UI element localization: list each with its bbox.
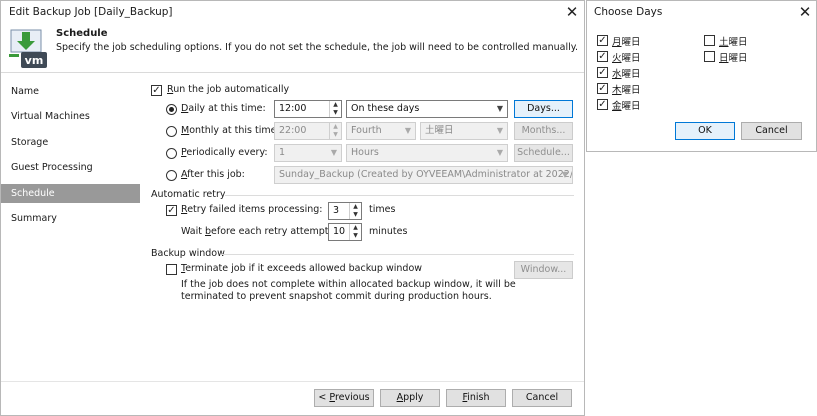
backup-window-group-label: Backup window — [151, 248, 225, 259]
day-checkbox-tue[interactable]: ✓ — [597, 51, 608, 62]
day-label-tue: 火曜日 — [612, 53, 641, 64]
sidebar-item-label: Schedule — [11, 188, 55, 199]
cancel-button[interactable]: Cancel — [512, 389, 572, 407]
day-label-mon: 月曜日 — [612, 37, 641, 48]
daily-time-spinner[interactable]: ▲ ▼ — [329, 101, 341, 117]
schedule-settings-panel: ✓ Run the job automatically Daily at thi… — [141, 73, 584, 381]
daily-mode-dropdown[interactable]: On these days ▼ — [346, 100, 508, 118]
window-button[interactable]: Window... — [514, 261, 573, 279]
sidebar-item-label: Virtual Machines — [11, 111, 90, 122]
page-title: Schedule — [56, 28, 108, 39]
days-button[interactable]: Days... — [514, 100, 573, 118]
retry-unit-label: times — [369, 204, 396, 215]
monthly-time-input[interactable]: 22:00 ▲ ▼ — [274, 122, 342, 140]
after-job-label: After this job: — [181, 169, 245, 180]
retry-wait-unit-label: minutes — [369, 226, 408, 237]
sidebar-item-summary[interactable]: Summary — [1, 209, 140, 228]
day-label-wed: 水曜日 — [612, 69, 641, 80]
previous-button[interactable]: < Previous — [314, 389, 374, 407]
retry-checkbox[interactable]: ✓ — [166, 205, 177, 216]
schedule-button[interactable]: Schedule... — [514, 144, 573, 162]
retry-wait-input[interactable]: 10 ▲ ▼ — [328, 223, 362, 241]
day-checkbox-wed[interactable]: ✓ — [597, 67, 608, 78]
day-checkbox-thu[interactable]: ✓ — [597, 83, 608, 94]
terminate-job-label: Terminate job if it exceeds allowed back… — [181, 263, 423, 274]
terminate-job-checkbox[interactable] — [166, 264, 177, 275]
retry-count-input[interactable]: 3 ▲ ▼ — [328, 202, 362, 220]
sidebar-item-guest-processing[interactable]: Guest Processing — [1, 158, 140, 177]
chevron-down-icon: ▼ — [330, 148, 337, 157]
sidebar-item-schedule[interactable]: Schedule — [1, 184, 140, 203]
day-label-thu: 木曜日 — [612, 85, 641, 96]
daily-label: Daily at this time: — [181, 103, 266, 114]
window-title: Edit Backup Job [Daily_Backup] — [9, 6, 173, 18]
period-unit-dropdown[interactable]: Hours ▼ — [346, 144, 508, 162]
group-divider — [221, 254, 574, 255]
day-label-sun: 日曜日 — [719, 53, 748, 64]
retry-wait-label: Wait before each retry attempt for: — [181, 226, 348, 237]
monthly-week-dropdown[interactable]: Fourth ▼ — [346, 122, 416, 140]
footer-divider — [1, 381, 584, 382]
periodically-label: Periodically every: — [181, 147, 268, 158]
daily-radio[interactable] — [166, 104, 177, 115]
ok-button[interactable]: OK — [675, 122, 735, 140]
automatic-retry-group-label: Automatic retry — [151, 189, 226, 200]
daily-time-input[interactable]: 12:00 ▲ ▼ — [274, 100, 342, 118]
after-job-dropdown[interactable]: Sunday_Backup (Created by OYVEEAM\Admini… — [274, 166, 573, 184]
monthly-day-dropdown[interactable]: 土曜日 ▼ — [420, 122, 508, 140]
edit-backup-job-window: Edit Backup Job [Daily_Backup] ✕ vm Sche… — [0, 0, 585, 416]
monthly-radio[interactable] — [166, 126, 177, 137]
sidebar-item-label: Guest Processing — [11, 162, 93, 173]
chevron-down-icon: ▼ — [496, 126, 503, 135]
period-value-dropdown[interactable]: 1 ▼ — [274, 144, 342, 162]
run-automatically-checkbox[interactable]: ✓ — [151, 85, 162, 96]
sidebar-item-label: Name — [11, 86, 40, 97]
retry-wait-spinner[interactable]: ▲ ▼ — [349, 224, 361, 240]
backup-window-note: If the job does not complete within allo… — [181, 279, 516, 290]
veeam-vm-icon: vm — [9, 29, 47, 68]
retry-label: Retry failed items processing: — [181, 204, 323, 215]
day-checkbox-mon[interactable]: ✓ — [597, 35, 608, 46]
run-automatically-label: Run the job automatically — [167, 84, 290, 95]
group-divider — [225, 195, 574, 196]
sidebar-item-virtual-machines[interactable]: Virtual Machines — [1, 107, 140, 126]
apply-button[interactable]: Apply — [380, 389, 440, 407]
wizard-steps-sidebar: Name Virtual Machines Storage Guest Proc… — [1, 73, 141, 381]
day-label-sat: 土曜日 — [719, 37, 748, 48]
wizard-header: vm Schedule Specify the job scheduling o… — [1, 23, 584, 72]
chevron-down-icon: ▼ — [496, 148, 503, 157]
day-checkbox-sun[interactable] — [704, 51, 715, 62]
after-job-radio[interactable] — [166, 170, 177, 181]
finish-button[interactable]: Finish — [446, 389, 506, 407]
periodically-radio[interactable] — [166, 148, 177, 159]
months-button[interactable]: Months... — [514, 122, 573, 140]
chevron-down-icon: ▼ — [404, 126, 411, 135]
chevron-down-icon: ▼ — [561, 170, 568, 179]
sidebar-item-label: Storage — [11, 137, 49, 148]
retry-count-spinner[interactable]: ▲ ▼ — [349, 203, 361, 219]
monthly-label: Monthly at this time: — [181, 125, 280, 136]
sidebar-item-label: Summary — [11, 213, 57, 224]
day-label-fri: 金曜日 — [612, 101, 641, 112]
page-description: Specify the job scheduling options. If y… — [56, 42, 579, 53]
sidebar-item-storage[interactable]: Storage — [1, 133, 140, 152]
dialog-title: Choose Days — [594, 6, 663, 18]
close-icon[interactable]: ✕ — [562, 2, 582, 22]
close-icon[interactable]: ✕ — [795, 2, 815, 22]
vm-icon-label: vm — [25, 54, 44, 67]
sidebar-item-name[interactable]: Name — [1, 82, 140, 101]
day-checkbox-fri[interactable]: ✓ — [597, 99, 608, 110]
choose-days-dialog: Choose Days ✕ ✓ 月曜日 ✓ 火曜日 ✓ 水曜日 ✓ 木曜日 ✓ … — [586, 0, 817, 152]
cancel-button[interactable]: Cancel — [741, 122, 802, 140]
chevron-down-icon: ▼ — [496, 104, 503, 113]
backup-window-note: terminated to prevent snapshot commit du… — [181, 291, 492, 302]
day-checkbox-sat[interactable] — [704, 35, 715, 46]
monthly-time-spinner[interactable]: ▲ ▼ — [329, 123, 341, 139]
